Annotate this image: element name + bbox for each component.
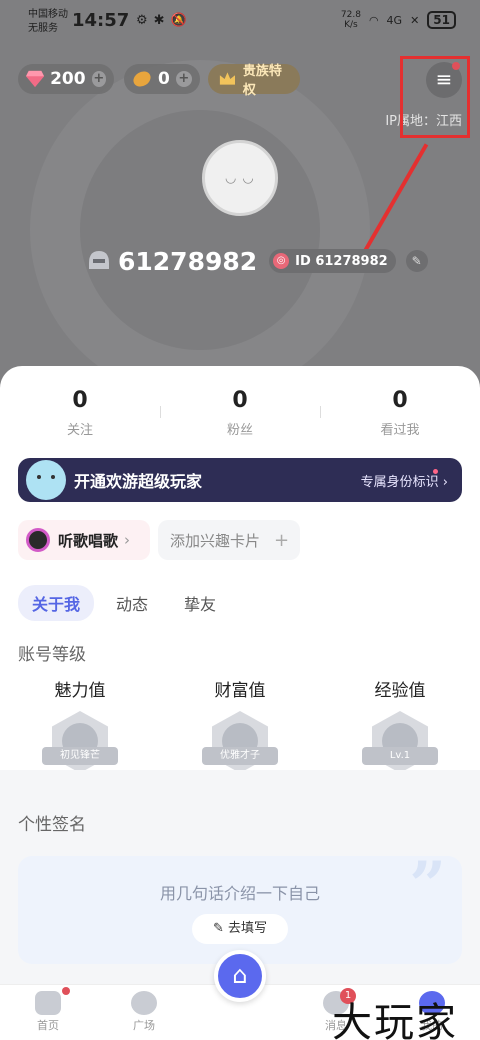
tab-moments[interactable]: 动态 xyxy=(116,591,148,615)
home-center-button[interactable]: ⌂ xyxy=(214,950,266,1002)
profile-card: 0 关注 0 粉丝 0 看过我 开通欢游超级玩家 专属身份标识 › 听歌唱歌 ›… xyxy=(0,366,480,773)
helmet-icon xyxy=(89,251,109,269)
profile-tabs: 关于我 动态 挚友 xyxy=(18,585,252,621)
stat-fans[interactable]: 0 粉丝 xyxy=(180,388,300,438)
level-name: 经验值 xyxy=(374,681,426,701)
wealth-badge-icon: 优雅才子 xyxy=(202,711,278,779)
level-name: 财富值 xyxy=(214,681,266,701)
wifi-icon: ◠ xyxy=(368,13,379,27)
level-charm[interactable]: 魅力值 初见锋芒 xyxy=(20,676,140,779)
network-type: 4G xyxy=(386,13,403,27)
badge-label: 优雅才子 xyxy=(202,747,278,765)
level-name: 魅力值 xyxy=(54,681,106,701)
add-diamond-icon[interactable]: + xyxy=(91,71,106,87)
signature-title: 个性签名 xyxy=(18,815,86,835)
crown-icon xyxy=(219,72,236,85)
level-experience[interactable]: 经验值 Lv.1 xyxy=(340,676,460,779)
level-wealth[interactable]: 财富值 优雅才子 xyxy=(180,676,300,779)
charm-badge-icon: 初见锋芒 xyxy=(42,711,118,779)
nav-label: 广场 xyxy=(133,1019,155,1032)
carrier-status: 无服务 xyxy=(28,23,58,34)
divider xyxy=(320,406,321,418)
stat-visitors[interactable]: 0 看过我 xyxy=(340,388,460,438)
nav-label: 首页 xyxy=(37,1019,59,1032)
user-id-tag[interactable]: ◎ ID 61278982 xyxy=(269,249,396,273)
gamepad-icon xyxy=(35,991,61,1015)
badge-label: 初见锋芒 xyxy=(42,747,118,765)
bluetooth-icon: ✱ xyxy=(153,13,171,28)
badge-label: Lv.1 xyxy=(362,747,438,765)
mascot-icon xyxy=(26,460,66,500)
signature-placeholder: 用几句话介绍一下自己 xyxy=(159,884,320,903)
header-background-decoration-inner xyxy=(80,110,320,350)
nav-square[interactable]: 广场 xyxy=(104,991,184,1033)
planet-icon xyxy=(131,991,157,1015)
vip-banner[interactable]: 开通欢游超级玩家 专属身份标识 › xyxy=(18,458,462,502)
edit-icon: ✎ xyxy=(411,254,422,268)
chevron-right-icon: › xyxy=(124,531,131,549)
vinyl-icon xyxy=(26,528,50,552)
mute-icon: 🔕 xyxy=(170,13,193,28)
tab-close-friends[interactable]: 挚友 xyxy=(184,591,216,615)
signal-icon: ✕ xyxy=(410,13,420,27)
nav-home-dot xyxy=(62,987,70,995)
carrier-name: 中国移动 xyxy=(28,9,68,20)
username: 61278982 xyxy=(118,246,258,276)
battery-indicator: 51 xyxy=(427,11,456,29)
network-speed-unit: K/s xyxy=(344,20,358,30)
add-interest-label: 添加兴趣卡片 xyxy=(170,531,261,550)
fill-signature-button[interactable]: ✎ 去填写 xyxy=(192,914,288,944)
vip-notification-dot xyxy=(433,469,438,474)
settings-icon: ⚙ xyxy=(136,13,154,28)
stat-following[interactable]: 0 关注 xyxy=(20,388,140,438)
divider xyxy=(160,406,161,418)
diamond-icon xyxy=(26,70,45,88)
network-speed: 72.8 K/s xyxy=(341,10,361,30)
add-interest-card-button[interactable]: 添加兴趣卡片 + xyxy=(158,520,300,560)
edit-profile-button[interactable]: ✎ xyxy=(405,250,428,272)
signature-box[interactable]: ” 用几句话介绍一下自己 ✎ 去填写 xyxy=(18,848,462,964)
stat-value: 0 xyxy=(72,388,88,413)
status-time: 14:57 xyxy=(72,10,130,31)
diamond-count: 200 xyxy=(50,69,86,89)
profile-header: 中国移动 无服务 14:57 ⚙✱🔕 72.8 K/s ◠ 4G ✕ 51 20… xyxy=(0,0,480,400)
fill-signature-label: 去填写 xyxy=(228,921,268,936)
diamond-balance[interactable]: 200 + xyxy=(18,64,114,94)
vip-title: 开通欢游超级玩家 xyxy=(74,472,203,491)
plus-icon: + xyxy=(274,529,290,551)
bean-balance[interactable]: 0 + xyxy=(124,64,200,94)
status-right: 72.8 K/s ◠ 4G ✕ 51 xyxy=(341,10,456,30)
bean-count: 0 xyxy=(158,69,170,89)
house-icon: ⌂ xyxy=(232,961,248,989)
stat-label: 看过我 xyxy=(380,423,420,438)
status-bar: 中国移动 无服务 14:57 ⚙✱🔕 72.8 K/s ◠ 4G ✕ 51 xyxy=(0,0,480,44)
bean-icon xyxy=(133,71,151,87)
stat-label: 关注 xyxy=(66,423,93,438)
noble-label: 贵族特权 xyxy=(242,64,282,98)
tab-about-me[interactable]: 关于我 xyxy=(18,585,95,621)
chevron-right-icon: › xyxy=(442,475,448,490)
user-id: ID 61278982 xyxy=(295,253,388,269)
carrier-info: 中国移动 无服务 xyxy=(28,8,68,36)
add-bean-icon[interactable]: + xyxy=(175,71,192,87)
annotation-highlight-box xyxy=(400,56,470,138)
stat-value: 0 xyxy=(232,388,248,413)
network-speed-value: 72.8 xyxy=(340,10,361,20)
avatar[interactable]: ◡◡ xyxy=(202,140,278,216)
interest-tag-song[interactable]: 听歌唱歌 › xyxy=(18,520,150,560)
pen-icon: ✎ xyxy=(212,921,224,936)
vip-link-text: 专属身份标识 xyxy=(360,475,439,490)
avatar-face-icon: ◡◡ xyxy=(225,171,260,186)
interest-tag-label: 听歌唱歌 xyxy=(58,531,119,550)
name-row: 61278982 ◎ ID 61278982 ✎ xyxy=(86,244,428,278)
stat-value: 0 xyxy=(392,388,408,413)
stat-label: 粉丝 xyxy=(226,423,253,438)
noble-privilege-button[interactable]: 贵族特权 xyxy=(208,64,300,98)
star-badge-icon: Lv.1 xyxy=(362,711,438,779)
account-level-title: 账号等级 xyxy=(18,645,86,665)
site-watermark: 大玩家 xyxy=(332,1000,458,1040)
status-icons: ⚙✱🔕 xyxy=(136,13,193,28)
nav-home[interactable]: 首页 xyxy=(8,991,88,1033)
id-icon: ◎ xyxy=(273,253,290,269)
